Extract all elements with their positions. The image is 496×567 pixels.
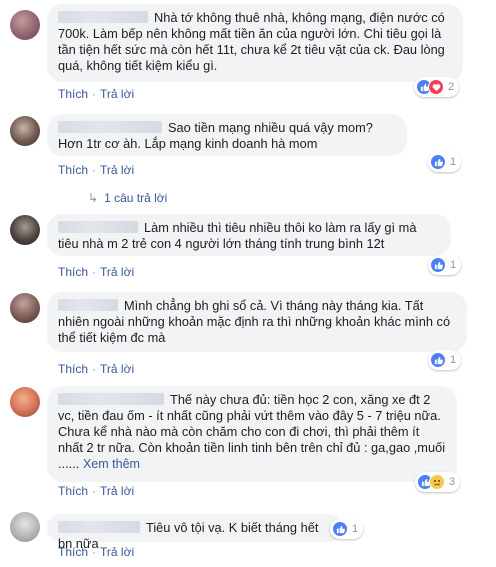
avatar[interactable] <box>10 512 40 542</box>
reply-link[interactable]: Trả lời <box>100 545 134 559</box>
author-name[interactable] <box>58 121 162 133</box>
reaction-summary[interactable]: 3 <box>415 472 461 492</box>
avatar[interactable] <box>10 387 40 417</box>
comment-bubble: Sao tiền mạng nhiều quá vậy mom? Hơn 1tr… <box>47 114 407 156</box>
reaction-summary[interactable]: 1 <box>428 255 462 275</box>
reply-link[interactable]: Trả lời <box>100 362 134 376</box>
like-link[interactable]: Thích <box>58 545 88 559</box>
reaction-summary[interactable]: 1 <box>330 519 364 539</box>
see-more-link[interactable]: Xem thêm <box>83 457 140 471</box>
separator-dot: · <box>92 545 97 559</box>
comment-actions: Thích · Trả lời <box>58 545 134 559</box>
reaction-summary[interactable]: 1 <box>428 152 462 172</box>
avatar[interactable] <box>10 293 40 323</box>
comment-actions: Thích · Trả lời <box>58 163 134 177</box>
like-link[interactable]: Thích <box>58 484 88 498</box>
reply-link[interactable]: Trả lời <box>100 87 134 101</box>
comment-bubble: Tiêu vô tội vạ. K biết tháng hết bn nữa <box>47 514 343 551</box>
reaction-summary[interactable]: 1 <box>428 350 462 370</box>
author-name[interactable] <box>58 521 140 533</box>
reply-link[interactable]: Trả lời <box>100 265 134 279</box>
comment-bubble: Làm nhiều thì tiêu nhiều thôi ko làm ra … <box>47 214 451 256</box>
replies-count-label: 1 câu trả lời <box>104 191 168 205</box>
separator-dot: · <box>92 163 97 177</box>
love-reaction-icon <box>428 79 444 95</box>
reply-link[interactable]: Trả lời <box>100 484 134 498</box>
view-replies-link[interactable]: ↳ 1 câu trả lời <box>88 191 167 205</box>
comment-bubble: Mình chẳng bh ghi sổ cả. Vì tháng này th… <box>47 292 467 352</box>
separator-dot: · <box>92 265 97 279</box>
comment-actions: Thích · Trả lời <box>58 362 134 376</box>
reaction-count: 3 <box>449 476 456 488</box>
reaction-count: 1 <box>450 259 457 271</box>
like-reaction-icon <box>430 352 446 368</box>
reaction-count: 2 <box>448 81 455 93</box>
reaction-count: 1 <box>450 156 457 168</box>
comment-actions: Thích · Trả lời <box>58 87 134 101</box>
author-name[interactable] <box>58 11 148 23</box>
reply-link[interactable]: Trả lời <box>100 163 134 177</box>
comment-bubble: Thế này chưa đủ: tiền học 2 con, xăng xe… <box>47 386 457 482</box>
like-link[interactable]: Thích <box>58 87 88 101</box>
separator-dot: · <box>92 362 97 376</box>
like-reaction-icon <box>332 521 348 537</box>
reaction-count: 1 <box>450 354 457 366</box>
comment-bubble: Nhà tớ không thuê nhà, không mạng, điện … <box>47 4 463 82</box>
like-link[interactable]: Thích <box>58 163 88 177</box>
author-name[interactable] <box>58 221 138 233</box>
separator-dot: · <box>92 87 97 101</box>
reaction-summary[interactable]: 2 <box>414 77 460 97</box>
like-reaction-icon <box>430 154 446 170</box>
comment-actions: Thích · Trả lời <box>58 265 134 279</box>
like-reaction-icon <box>430 257 446 273</box>
author-name[interactable] <box>58 299 118 311</box>
author-name[interactable] <box>58 393 164 405</box>
avatar[interactable] <box>10 215 40 245</box>
avatar[interactable] <box>10 116 40 146</box>
comment-actions: Thích · Trả lời <box>58 484 134 498</box>
like-link[interactable]: Thích <box>58 265 88 279</box>
separator-dot: · <box>92 484 97 498</box>
sad-reaction-icon <box>429 474 445 490</box>
like-link[interactable]: Thích <box>58 362 88 376</box>
avatar[interactable] <box>10 10 40 40</box>
reaction-count: 1 <box>352 523 359 535</box>
reply-arrow-icon: ↳ <box>88 191 99 205</box>
